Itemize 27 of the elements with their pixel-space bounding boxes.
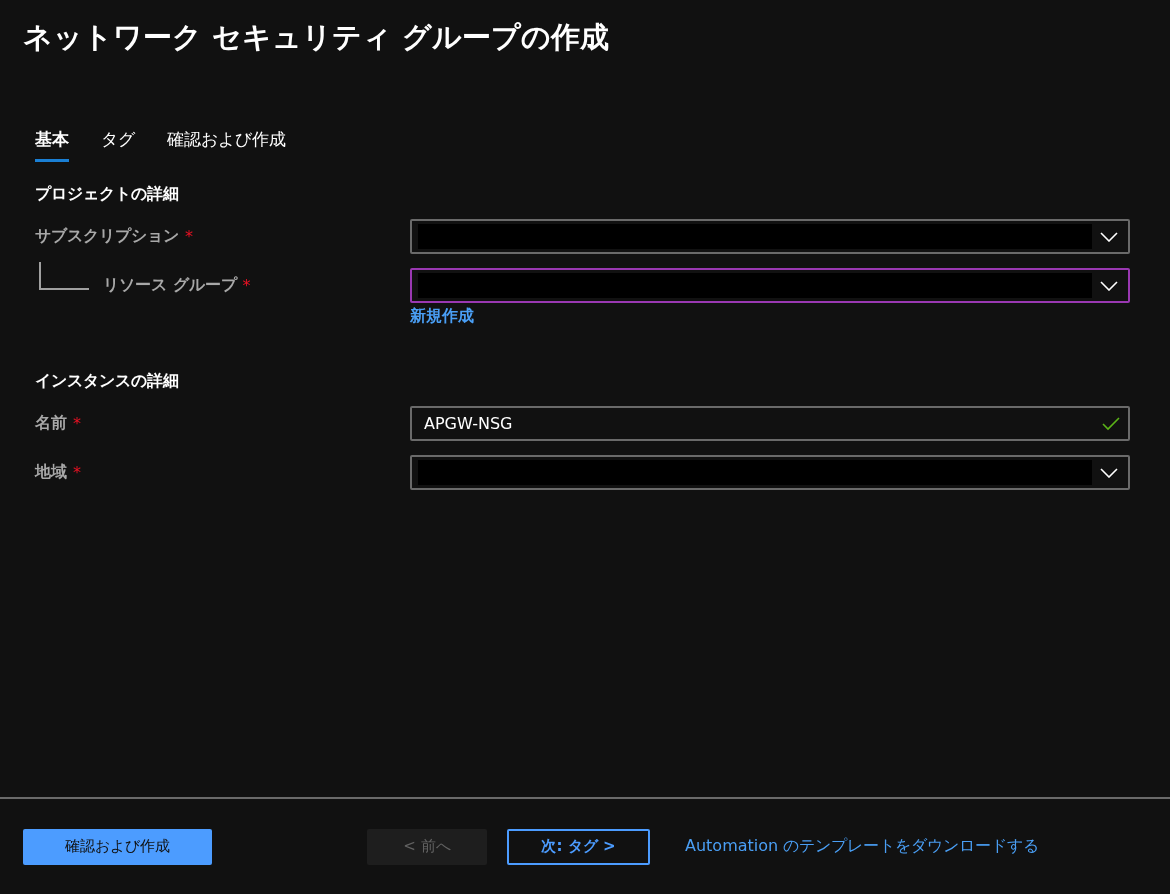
- dropdown-field[interactable]: [410, 268, 1130, 303]
- page-title: ネットワーク セキュリティ グループの作成: [23, 19, 611, 56]
- tree-connector: [39, 261, 89, 290]
- required-mark: *: [185, 227, 193, 246]
- required-mark: *: [242, 276, 251, 295]
- field-label: リソース グループ: [103, 275, 237, 296]
- dropdown-field[interactable]: [410, 219, 1130, 254]
- tab[interactable]: 基本: [35, 128, 69, 162]
- field-label: サブスクリプション: [35, 226, 179, 247]
- section-heading: プロジェクトの詳細: [35, 184, 180, 205]
- checkmark-icon: [1102, 417, 1120, 431]
- next-button[interactable]: 次: タグ >: [507, 828, 650, 865]
- chevron-down-icon: [1100, 467, 1118, 478]
- dropdown-field[interactable]: [410, 455, 1130, 490]
- text-field[interactable]: APGW-NSG: [410, 406, 1130, 441]
- section-heading: インスタンスの詳細: [35, 371, 180, 392]
- review-create-button[interactable]: 確認および作成: [23, 828, 212, 865]
- tab[interactable]: 確認および作成: [167, 128, 286, 162]
- chevron-down-icon: [1100, 231, 1118, 242]
- field-label: 名前: [35, 413, 67, 434]
- required-mark: *: [73, 463, 81, 482]
- field-label: 地域: [35, 462, 67, 483]
- required-mark: *: [73, 414, 81, 433]
- chevron-down-icon: [1100, 280, 1118, 291]
- download-template-link[interactable]: Automation のテンプレートをダウンロードする: [685, 836, 1040, 857]
- tab[interactable]: タグ: [101, 128, 135, 162]
- create-new-link[interactable]: 新規作成: [410, 306, 474, 325]
